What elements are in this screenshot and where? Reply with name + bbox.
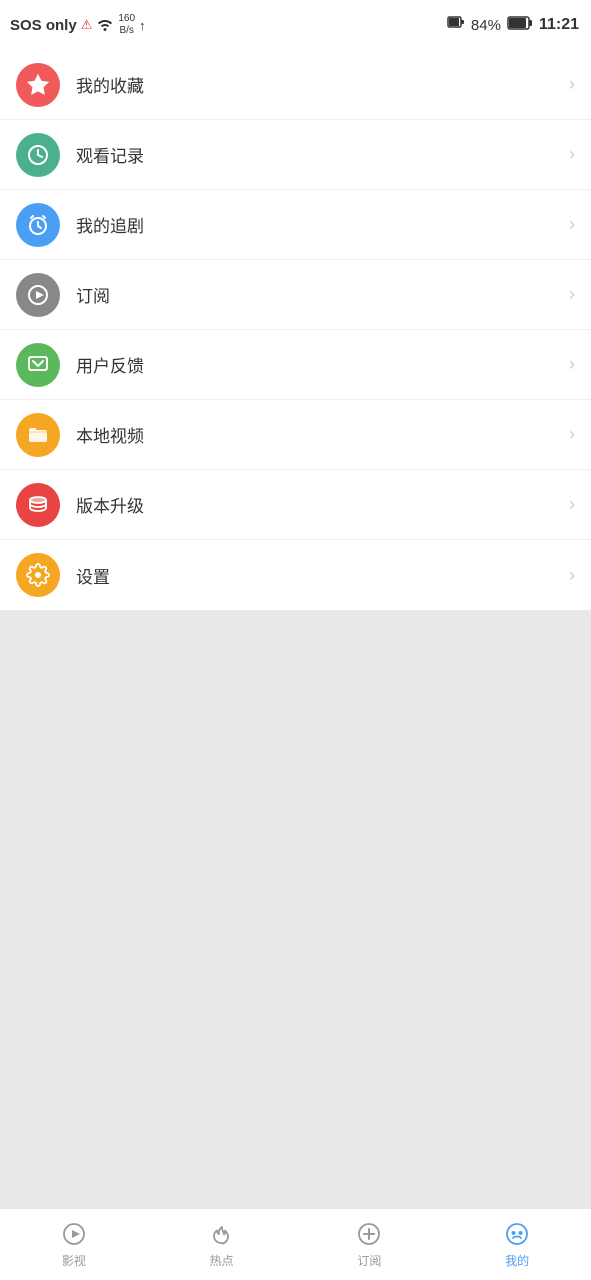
subscribe-icon-wrap [16,273,60,317]
settings-label: 设置 [76,563,569,588]
bottom-nav: 影视 热点 订阅 我的 [0,1208,591,1280]
alarm-icon [26,213,50,237]
history-icon-wrap [16,133,60,177]
mine-label: 我的 [505,1252,529,1269]
status-bar: SOS only ⚠ 160B/s ↑ 84% 11:21 [0,0,591,50]
menu-list: 我的收藏 › 观看记录 › 我的追剧 › [0,50,591,610]
folder-icon [26,423,50,447]
history-chevron: › [569,144,575,165]
menu-item-following[interactable]: 我的追剧 › [0,190,591,260]
nav-item-hot[interactable]: 热点 [148,1220,296,1269]
wifi-icon [96,17,114,34]
battery-percent: 84% [471,17,501,34]
update-icon-wrap [16,483,60,527]
mine-icon [503,1220,531,1248]
clock-icon [26,143,50,167]
menu-item-subscribe[interactable]: 订阅 › [0,260,591,330]
settings-chevron: › [569,565,575,586]
nav-item-subscribe[interactable]: 订阅 [296,1220,444,1269]
movies-icon [60,1220,88,1248]
favorites-label: 我的收藏 [76,72,569,97]
battery-icon [507,16,533,34]
movies-label: 影视 [62,1252,86,1269]
feedback-label: 用户反馈 [76,352,569,377]
menu-item-local[interactable]: 本地视频 › [0,400,591,470]
menu-item-settings[interactable]: 设置 › [0,540,591,610]
menu-item-favorites[interactable]: 我的收藏 › [0,50,591,120]
local-chevron: › [569,424,575,445]
update-chevron: › [569,494,575,515]
star-icon [26,73,50,97]
local-icon-wrap [16,413,60,457]
feedback-icon-wrap [16,343,60,387]
settings-icon-wrap [16,553,60,597]
message-icon [26,353,50,377]
local-label: 本地视频 [76,422,569,447]
status-bar-right: 84% 11:21 [447,16,579,34]
play-icon [26,283,50,307]
stack-icon [26,493,50,517]
favorites-icon-wrap [16,63,60,107]
subscribe-nav-icon [355,1220,383,1248]
sos-text: SOS only [10,17,77,34]
phone-icon [447,16,465,34]
status-bar-left: SOS only ⚠ 160B/s ↑ [10,13,146,37]
nav-item-mine[interactable]: 我的 [443,1220,591,1269]
hot-icon [208,1220,236,1248]
following-chevron: › [569,214,575,235]
history-label: 观看记录 [76,142,569,167]
subscribe-label: 订阅 [76,282,569,307]
menu-item-history[interactable]: 观看记录 › [0,120,591,190]
favorites-chevron: › [569,74,575,95]
signal-icon: ⚠ [81,17,93,33]
feedback-chevron: › [569,354,575,375]
hot-label: 热点 [210,1252,234,1269]
nav-item-movies[interactable]: 影视 [0,1220,148,1269]
speed-text: 160B/s [118,13,135,37]
subscribe-chevron: › [569,284,575,305]
following-icon-wrap [16,203,60,247]
gray-area [0,610,591,1208]
upload-icon: ↑ [139,18,146,33]
subscribe-nav-label: 订阅 [357,1252,381,1269]
gear-icon [26,563,50,587]
time-text: 11:21 [539,16,579,34]
menu-item-feedback[interactable]: 用户反馈 › [0,330,591,400]
update-label: 版本升级 [76,492,569,517]
menu-item-update[interactable]: 版本升级 › [0,470,591,540]
following-label: 我的追剧 [76,212,569,237]
